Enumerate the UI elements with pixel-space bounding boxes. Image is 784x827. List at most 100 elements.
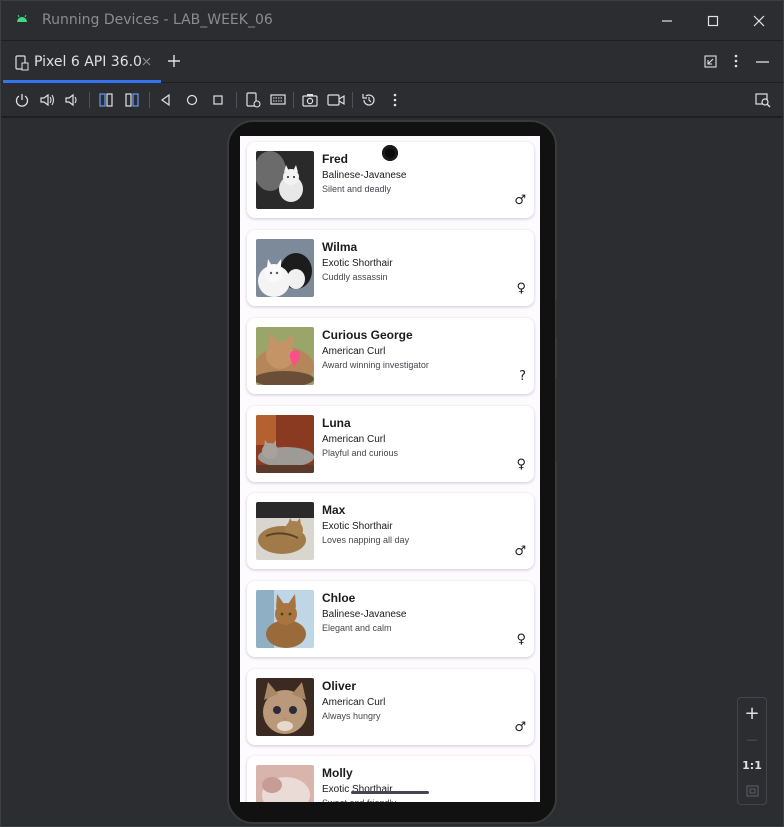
cat-name: Luna <box>322 416 351 430</box>
phone-volume-button[interactable] <box>556 378 559 462</box>
more-icon[interactable] <box>734 54 738 68</box>
zoom-in-button[interactable]: + <box>738 700 766 726</box>
front-camera <box>382 145 398 161</box>
home-button[interactable] <box>183 91 201 109</box>
back-button[interactable] <box>157 91 175 109</box>
reset-button[interactable] <box>360 91 378 109</box>
android-icon <box>17 14 27 22</box>
cat-card[interactable]: MollyExotic ShorthairSweet and friendly <box>247 756 534 802</box>
device-inspector-button[interactable] <box>754 91 772 109</box>
toolbar-separator <box>89 92 90 108</box>
volume-up-button[interactable] <box>38 91 56 109</box>
minimize-icon <box>662 20 672 22</box>
keyboard-icon <box>270 94 286 105</box>
cat-name: Wilma <box>322 240 358 254</box>
restore-icon[interactable] <box>704 55 717 68</box>
fit-screen-icon <box>745 785 759 797</box>
maximize-button[interactable] <box>701 9 725 33</box>
actual-size-button[interactable]: 1:1 <box>738 752 766 778</box>
reset-icon <box>362 94 375 106</box>
tab-label: Pixel 6 API 36.0 <box>34 54 142 70</box>
volume-down-button[interactable] <box>63 91 81 109</box>
device-tab-bar: Pixel 6 API 36.0 <box>1 41 783 83</box>
device-frame-icon <box>246 92 261 108</box>
screenshot-icon <box>302 94 318 107</box>
cat-breed: Balinese-Javanese <box>322 170 407 181</box>
gender-icon: ♀ <box>516 632 526 647</box>
cat-photo <box>256 239 314 297</box>
phone-power-button[interactable] <box>556 300 559 338</box>
phone-screen[interactable]: Fred Balinese-Javanese Silent and deadly ♂ W… <box>240 136 540 802</box>
cat-name: Fred <box>322 152 349 166</box>
screenshot-button[interactable] <box>301 91 319 109</box>
new-tab-icon[interactable] <box>167 54 181 68</box>
gesture-bar[interactable] <box>351 791 429 794</box>
cat-description: Playful and curious <box>322 448 399 458</box>
zoom-out-button[interactable]: — <box>738 726 766 752</box>
home-icon <box>186 94 198 106</box>
record-button[interactable] <box>327 91 345 109</box>
toolbar-separator <box>236 92 237 108</box>
cat-name: Max <box>322 503 346 517</box>
cat-breed: American Curl <box>322 346 386 357</box>
device-inspector-icon <box>755 93 771 108</box>
record-icon <box>327 94 345 106</box>
fit-screen-button[interactable] <box>738 778 766 804</box>
gender-icon: ? <box>519 369 526 384</box>
cat-photo <box>256 765 314 802</box>
cat-description: Award winning investigator <box>322 360 429 370</box>
overview-icon <box>213 95 223 105</box>
zoom-controls: + — 1:1 <box>737 697 767 805</box>
cat-photo <box>256 151 314 209</box>
cat-card[interactable]: Chloe Balinese-Javanese Elegant and calm ♀ <box>247 581 534 657</box>
rotate-left-icon <box>99 93 113 107</box>
gender-icon: ♂ <box>514 193 526 208</box>
gender-icon: ♀ <box>516 457 526 472</box>
rotate-right-button[interactable] <box>123 91 141 109</box>
toolbar-more-button[interactable] <box>386 91 404 109</box>
gender-icon: ♂ <box>514 544 526 559</box>
close-icon[interactable] <box>142 57 151 66</box>
cat-breed: Balinese-Javanese <box>322 609 407 620</box>
cat-description: Silent and deadly <box>322 184 392 194</box>
device-frame-button[interactable] <box>244 91 262 109</box>
cat-description: Elegant and calm <box>322 623 392 633</box>
gender-icon: ♂ <box>514 720 526 735</box>
gender-icon: ♀ <box>516 281 526 296</box>
cat-name: Chloe <box>322 591 356 605</box>
close-icon <box>753 15 765 27</box>
cat-breed: American Curl <box>322 697 386 708</box>
cat-name: Molly <box>322 766 353 780</box>
device-toolbar <box>1 83 783 117</box>
title-bar: Running Devices - LAB_WEEK_06 <box>1 1 783 41</box>
cat-description: Loves napping all day <box>322 535 410 545</box>
volume-down-icon <box>65 93 77 107</box>
toolbar-separator <box>149 92 150 108</box>
cat-description: Cuddly assassin <box>322 272 388 282</box>
cat-card[interactable]: Max Exotic Shorthair Loves napping all day… <box>247 493 534 569</box>
cat-card[interactable]: Wilma Exotic Shorthair Cuddly assassin ♀ <box>247 230 534 306</box>
cat-card[interactable]: Oliver American Curl Always hungry ♂ <box>247 669 534 745</box>
rotate-right-icon <box>125 93 139 107</box>
cat-photo <box>256 415 314 473</box>
cat-description: Always hungry <box>322 711 381 721</box>
toolbar-separator <box>352 92 353 108</box>
power-button[interactable] <box>13 91 31 109</box>
cat-breed: American Curl <box>322 434 386 445</box>
minimize-button[interactable] <box>655 9 679 33</box>
back-icon <box>160 93 170 107</box>
more-icon <box>393 93 397 107</box>
cat-photo <box>256 502 314 560</box>
window-title: Running Devices - LAB_WEEK_06 <box>42 12 273 28</box>
cat-card[interactable]: Luna American Curl Playful and curious ♀ <box>247 406 534 482</box>
cat-breed: Exotic Shorthair <box>322 258 393 269</box>
close-window-button[interactable] <box>747 9 771 33</box>
hide-icon[interactable] <box>756 61 769 63</box>
cat-description: Sweet and friendly <box>322 798 396 802</box>
cat-card[interactable]: Curious George American Curl Award winning… <box>247 318 534 394</box>
cat-breed: Exotic Shorthair <box>322 521 393 532</box>
tab-pixel-6[interactable]: Pixel 6 API 36.0 <box>1 41 161 83</box>
overview-button[interactable] <box>209 91 227 109</box>
keyboard-button[interactable] <box>269 91 287 109</box>
rotate-left-button[interactable] <box>97 91 115 109</box>
